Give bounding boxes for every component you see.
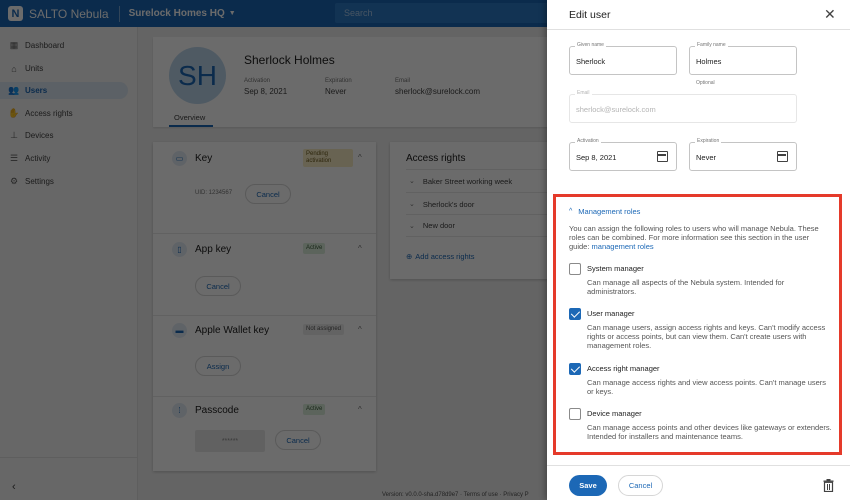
role-description: Can manage access points and other devic… — [587, 423, 832, 442]
role-name: Access right manager — [587, 364, 660, 373]
drawer-title: Edit user — [569, 9, 611, 21]
edit-user-drawer: Edit user ✕ Given name Sherlock Family n… — [547, 0, 850, 500]
expiration-value: Never — [696, 153, 717, 162]
role-description: Can manage all aspects of the Nebula sys… — [587, 278, 785, 297]
device-manager-checkbox[interactable] — [569, 408, 581, 420]
calendar-icon[interactable] — [657, 151, 668, 162]
activation-label: Activation — [575, 138, 601, 144]
role-name: User manager — [587, 309, 635, 318]
activation-value: Sep 8, 2021 — [576, 153, 617, 162]
activation-date-field[interactable]: Activation Sep 8, 2021 — [569, 138, 677, 171]
role-description: Can manage access rights and view access… — [587, 378, 827, 397]
expiration-date-field[interactable]: Expiration Never — [689, 138, 797, 171]
family-name-field[interactable]: Family name Holmes — [689, 42, 797, 75]
access-right-manager-checkbox[interactable] — [569, 363, 581, 375]
email-field: Email sherlock@surelock.com — [569, 90, 797, 123]
drawer-header: Edit user ✕ — [547, 0, 850, 30]
management-roles-intro: You can assign the following roles to us… — [569, 224, 831, 252]
family-name-helper: Optional — [696, 80, 715, 86]
role-name: System manager — [587, 264, 644, 273]
family-name-label: Family name — [695, 42, 728, 48]
role-name: Device manager — [587, 409, 642, 418]
email-value: sherlock@surelock.com — [576, 105, 656, 114]
user-manager-checkbox[interactable] — [569, 308, 581, 320]
given-name-label: Given name — [575, 42, 606, 48]
role-description: Can manage users, assign access rights a… — [587, 323, 826, 351]
given-name-field[interactable]: Given name Sherlock — [569, 42, 677, 75]
email-label: Email — [575, 90, 592, 96]
drawer-footer: Save Cancel — [547, 465, 850, 500]
management-roles-link[interactable]: management roles — [592, 242, 654, 251]
given-name-value: Sherlock — [576, 57, 606, 66]
calendar-icon[interactable] — [777, 151, 788, 162]
chevron-up-icon: ^ — [569, 208, 573, 215]
close-icon[interactable]: ✕ — [824, 7, 836, 21]
management-roles-title: Management roles — [578, 207, 641, 216]
trash-icon[interactable] — [823, 479, 834, 492]
family-name-value: Holmes — [696, 57, 722, 66]
management-roles-toggle[interactable]: ^ Management roles — [569, 207, 640, 216]
expiration-label: Expiration — [695, 138, 722, 144]
save-button[interactable]: Save — [569, 475, 607, 496]
system-manager-checkbox[interactable] — [569, 263, 581, 275]
management-roles-section: ^ Management roles You can assign the fo… — [553, 194, 842, 455]
cancel-button[interactable]: Cancel — [618, 475, 663, 496]
